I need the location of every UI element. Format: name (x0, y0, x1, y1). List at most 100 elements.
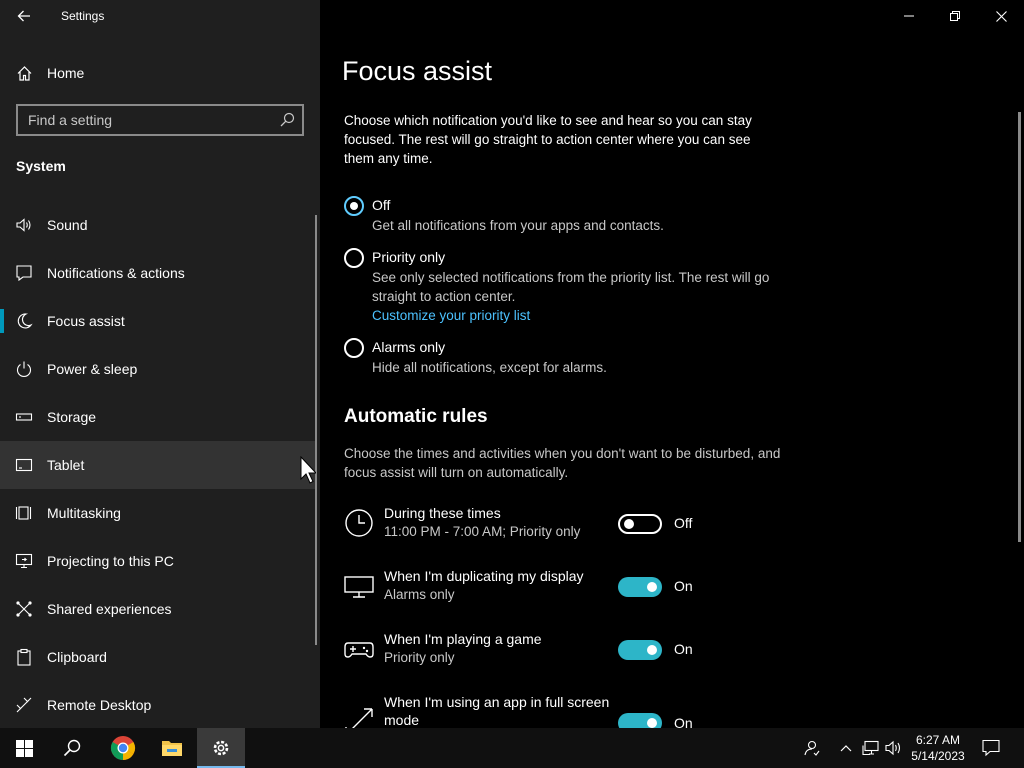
rule-full-screen[interactable]: When I'm using an app in full screen mod… (344, 693, 744, 728)
sidebar: Settings Home System Sound Notifications… (0, 0, 320, 728)
close-button[interactable] (978, 0, 1024, 32)
minimize-icon (904, 15, 914, 17)
search-input[interactable] (28, 111, 268, 129)
restore-button[interactable] (932, 0, 978, 32)
projecting-icon (15, 553, 33, 569)
radio-alarms-only[interactable] (344, 338, 364, 358)
sidebar-item-label: Clipboard (47, 649, 107, 665)
notification-icon (16, 265, 32, 282)
settings-taskbar-button[interactable] (197, 728, 245, 768)
people-button[interactable] (801, 738, 821, 758)
radio-off[interactable] (344, 196, 364, 216)
settings-gear-icon (213, 740, 229, 756)
network-button[interactable] (861, 738, 881, 758)
toggle-playing-game[interactable] (618, 640, 662, 660)
option-description: See only selected notifications from the… (372, 270, 770, 304)
sidebar-item-power-sleep[interactable]: Power & sleep (0, 345, 316, 393)
clock-time: 6:27 AM (915, 733, 961, 747)
sidebar-item-storage[interactable]: Storage (0, 393, 316, 441)
fullscreen-icon (345, 708, 373, 728)
file-explorer-taskbar-button[interactable] (148, 728, 196, 768)
sidebar-item-label: Power & sleep (47, 361, 138, 377)
sidebar-item-projecting[interactable]: Projecting to this PC (0, 537, 316, 585)
multitasking-icon (15, 506, 32, 520)
sidebar-item-remote-desktop[interactable]: Remote Desktop (0, 681, 316, 729)
radio-priority-only[interactable] (344, 248, 364, 268)
chrome-taskbar-button[interactable] (99, 728, 147, 768)
sidebar-item-sound[interactable]: Sound (0, 201, 316, 249)
toggle-duplicating-display[interactable] (618, 577, 662, 597)
clock-date: 5/14/2023 (911, 749, 965, 763)
rule-playing-game[interactable]: When I'm playing a game Priority only On (344, 630, 744, 680)
monitor-icon (344, 576, 374, 598)
sidebar-item-tablet[interactable]: Tablet (0, 441, 316, 489)
chevron-up-icon (840, 745, 852, 752)
title-bar: Settings (0, 0, 320, 32)
clock-icon (345, 509, 373, 537)
people-icon (804, 740, 820, 756)
volume-button[interactable] (884, 738, 904, 758)
search-icon (63, 739, 81, 757)
minimize-button[interactable] (886, 0, 932, 32)
page-description: Choose which notification you'd like to … (344, 113, 752, 166)
rule-title: When I'm duplicating my display (384, 568, 584, 584)
storage-icon (15, 413, 33, 421)
sidebar-item-notifications[interactable]: Notifications & actions (0, 249, 316, 297)
clipboard-icon (17, 648, 31, 666)
rule-duplicating-display[interactable]: When I'm duplicating my display Alarms o… (344, 567, 744, 617)
mouse-cursor-icon (300, 456, 316, 484)
option-label: Priority only (372, 249, 446, 265)
toggle-full-screen[interactable] (618, 713, 662, 728)
app-title: Settings (61, 9, 105, 23)
section-title: System (16, 158, 66, 174)
toggle-state: On (674, 715, 693, 728)
sidebar-item-label: Home (47, 65, 85, 81)
rule-subtitle: 11:00 PM - 7:00 AM; Priority only (384, 524, 581, 539)
automatic-rules-description: Choose the times and activities when you… (344, 446, 781, 480)
home-icon (17, 66, 32, 81)
speaker-icon (16, 218, 31, 232)
rule-subtitle: Alarms only (384, 587, 455, 602)
start-button[interactable] (0, 728, 48, 768)
action-center-icon (982, 739, 1000, 757)
file-explorer-icon (162, 741, 182, 756)
automatic-rules-heading: Automatic rules (344, 406, 488, 427)
sidebar-item-home[interactable]: Home (0, 57, 320, 89)
show-hidden-icons-button[interactable] (836, 738, 856, 758)
main-scrollbar[interactable] (1018, 112, 1021, 542)
sidebar-item-label: Multitasking (47, 505, 121, 521)
sidebar-scrollbar[interactable] (315, 215, 317, 645)
taskbar-clock[interactable]: 6:27 AM 5/14/2023 (906, 732, 970, 764)
remote-desktop-icon (16, 697, 32, 713)
customize-priority-link[interactable]: Customize your priority list (372, 306, 802, 325)
option-description: Hide all notifications, except for alarm… (372, 360, 607, 375)
sidebar-item-clipboard[interactable]: Clipboard (0, 633, 316, 681)
toggle-during-times[interactable] (618, 514, 662, 534)
rule-subtitle: Priority only (384, 650, 455, 665)
taskbar-search-button[interactable] (48, 728, 96, 768)
close-icon (995, 10, 1007, 22)
search-icon[interactable] (279, 112, 295, 128)
rule-title: When I'm using an app in full screen mod… (384, 694, 610, 728)
sidebar-item-multitasking[interactable]: Multitasking (0, 489, 316, 537)
shared-experiences-icon (16, 601, 32, 617)
sidebar-item-label: Remote Desktop (47, 697, 152, 713)
toggle-state: On (674, 641, 693, 657)
rule-title: During these times (384, 505, 501, 521)
power-icon (16, 361, 32, 378)
sidebar-item-focus-assist[interactable]: Focus assist (0, 297, 316, 345)
selection-indicator (0, 309, 4, 333)
toggle-state: On (674, 578, 693, 594)
toggle-state: Off (674, 515, 693, 531)
page-title: Focus assist (342, 56, 493, 86)
sidebar-item-label: Shared experiences (47, 601, 172, 617)
sidebar-nav: Sound Notifications & actions Focus assi… (0, 201, 320, 729)
action-center-button[interactable] (981, 738, 1001, 758)
sidebar-item-shared-experiences[interactable]: Shared experiences (0, 585, 316, 633)
search-box[interactable] (16, 104, 304, 136)
restore-icon (950, 11, 960, 21)
sidebar-item-label: Projecting to this PC (47, 553, 174, 569)
back-button[interactable] (12, 4, 36, 28)
rule-during-times[interactable]: During these times 11:00 PM - 7:00 AM; P… (344, 504, 744, 554)
option-description-wrap: See only selected notifications from the… (372, 268, 802, 325)
